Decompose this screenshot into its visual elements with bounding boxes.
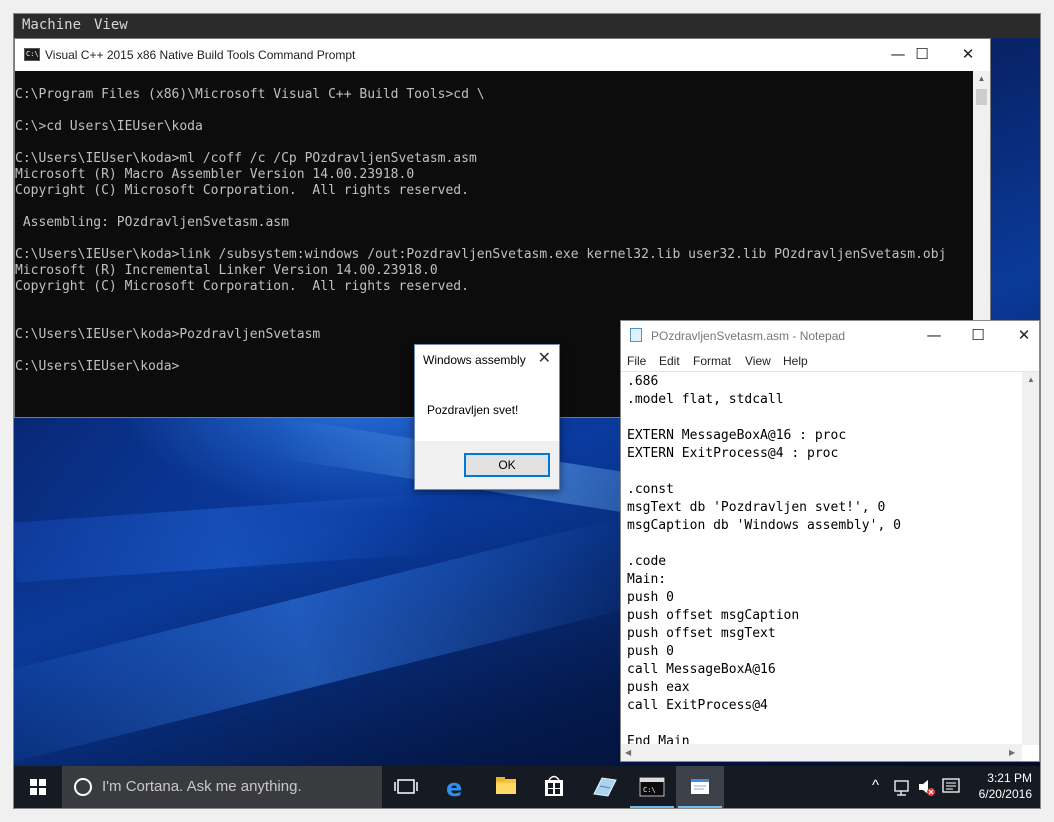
notepad-code-line: call MessageBoxA@16	[627, 662, 776, 677]
notepad-titlebar[interactable]: POzdravljenSvetasm.asm - Notepad — ☐ ✕	[621, 321, 1039, 351]
wallpaper-light	[14, 493, 436, 583]
action-center-icon[interactable]	[940, 766, 962, 808]
notepad-close-button[interactable]: ✕	[1001, 321, 1040, 350]
notepad-app-icon	[630, 328, 642, 342]
active-app-icon[interactable]	[676, 766, 724, 808]
notepad-code-line: EXTERN ExitProcess@4 : proc	[627, 446, 839, 461]
notepad-code-line: .code	[627, 554, 667, 569]
clock-time: 3:21 PM	[987, 771, 1032, 785]
chevron-up-icon[interactable]: ^	[872, 777, 879, 808]
notepad-menu-help[interactable]: Help	[783, 354, 808, 368]
notepad-menu-format[interactable]: Format	[693, 354, 731, 368]
notepad-maximize-button[interactable]: ☐	[955, 321, 1001, 350]
vm-menu-view[interactable]: View	[94, 17, 128, 33]
scroll-right-arrow-icon[interactable]: ▶	[1009, 748, 1015, 757]
notepad-vertical-scrollbar[interactable]: ▲	[1022, 372, 1039, 745]
cortana-search-box[interactable]: I'm Cortana. Ask me anything.	[62, 766, 382, 808]
notepad-code-line: .686	[627, 374, 659, 389]
file-explorer-icon[interactable]	[482, 766, 530, 808]
edge-icon[interactable]: e	[432, 766, 480, 808]
notepad-code-line	[627, 463, 1021, 481]
message-box-text: Pozdravljen svet!	[427, 403, 519, 417]
notepad-code-line: push offset msgCaption	[627, 608, 800, 623]
message-box-title: Windows assembly	[423, 353, 526, 367]
cmd-output-line: C:\Users\IEUser\koda>link /subsystem:win…	[15, 247, 947, 262]
cmd-window-title: Visual C++ 2015 x86 Native Build Tools C…	[45, 48, 356, 62]
notepad-minimize-button[interactable]: —	[911, 321, 957, 350]
cortana-icon	[74, 778, 92, 796]
cmd-output-line: Copyright (C) Microsoft Corporation. All…	[15, 279, 469, 294]
notepad-code-line: push eax	[627, 680, 690, 695]
cmd-maximize-button[interactable]: ☐	[899, 39, 945, 70]
notepad-menu-file[interactable]: File	[627, 354, 646, 368]
notepad-menu-view[interactable]: View	[745, 354, 771, 368]
cmd-output-line: C:\Users\IEUser\koda>ml /coff /c /Cp POz…	[15, 151, 477, 166]
cmd-output-line: Microsoft (R) Macro Assembler Version 14…	[15, 167, 415, 182]
start-button[interactable]	[14, 766, 62, 808]
cmd-output-line	[15, 199, 973, 215]
notepad-code-line: push 0	[627, 644, 674, 659]
cmd-titlebar[interactable]: C:\ Visual C++ 2015 x86 Native Build Too…	[15, 39, 990, 71]
notepad-code-line: push 0	[627, 590, 674, 605]
notepad-code-line: msgCaption db 'Windows assembly', 0	[627, 518, 901, 533]
notepad-pin-icon[interactable]	[580, 766, 628, 808]
scroll-up-arrow-icon[interactable]: ▲	[973, 71, 990, 87]
notepad-code-line: .const	[627, 482, 674, 497]
active-indicator	[630, 806, 674, 808]
network-icon[interactable]	[892, 766, 914, 808]
cmd-output-line	[15, 231, 973, 247]
volume-muted-icon[interactable]	[916, 766, 938, 808]
notepad-code-line: push offset msgText	[627, 626, 776, 641]
store-icon[interactable]	[530, 766, 578, 808]
message-box-close-button[interactable]: ✕	[538, 348, 551, 368]
notepad-window[interactable]: POzdravljenSvetasm.asm - Notepad — ☐ ✕ F…	[620, 320, 1040, 762]
notepad-code-line: Main:	[627, 572, 667, 587]
notepad-code-line	[627, 715, 1021, 733]
cmd-scroll-thumb[interactable]	[976, 89, 987, 105]
cmd-output-line	[15, 103, 973, 119]
notepad-code-line	[627, 535, 1021, 553]
cmd-output-line	[15, 135, 973, 151]
cmd-icon[interactable]: C:\	[628, 766, 676, 808]
cmd-output-line	[15, 295, 973, 311]
notepad-code-line: call ExitProcess@4	[627, 698, 768, 713]
scroll-left-arrow-icon[interactable]: ◀	[625, 748, 631, 757]
cmd-output-line: Assembling: POzdravljenSvetasm.asm	[15, 215, 289, 230]
notepad-code-line: .model flat, stdcall	[627, 392, 784, 407]
cmd-output-line: C:\Program Files (x86)\Microsoft Visual …	[15, 87, 485, 102]
clock-date: 6/20/2016	[978, 787, 1032, 801]
scroll-up-arrow-icon[interactable]: ▲	[1027, 375, 1035, 384]
cmd-output-line	[15, 71, 973, 87]
cmd-close-button[interactable]: ✕	[945, 39, 991, 70]
cmd-window-icon: C:\	[24, 48, 40, 61]
svg-text:C:\: C:\	[643, 786, 656, 794]
windows-logo-icon	[30, 779, 46, 795]
vm-menu-machine[interactable]: Machine	[22, 17, 81, 33]
notepad-horizontal-scrollbar[interactable]: ◀ ▶	[621, 744, 1022, 761]
notepad-code-line: EXTERN MessageBoxA@16 : proc	[627, 428, 847, 443]
notepad-code-line	[627, 409, 1021, 427]
task-view-icon[interactable]	[382, 766, 430, 808]
cortana-placeholder: I'm Cortana. Ask me anything.	[102, 778, 302, 795]
vm-menubar: Machine View	[14, 14, 1040, 38]
notepad-window-title: POzdravljenSvetasm.asm - Notepad	[651, 329, 846, 343]
message-box[interactable]: Windows assembly ✕ Pozdravljen svet! OK	[414, 344, 560, 490]
ok-button[interactable]: OK	[464, 453, 550, 477]
taskbar: I'm Cortana. Ask me anything. e C:\ ^ 3:…	[14, 766, 1040, 808]
notepad-text-area[interactable]: .686 .model flat, stdcall EXTERN MessageBo…	[627, 373, 1021, 745]
vm-frame: Machine View C:\ Visual C++ 2015 x86 Nat…	[14, 14, 1040, 808]
desktop: C:\ Visual C++ 2015 x86 Native Build Too…	[14, 38, 1040, 766]
notepad-menu-edit[interactable]: Edit	[659, 354, 680, 368]
notepad-menubar: File Edit Format View Help	[621, 351, 1039, 372]
notepad-code-line: msgText db 'Pozdravljen svet!', 0	[627, 500, 886, 515]
active-indicator	[678, 806, 722, 808]
message-box-footer: OK	[415, 441, 559, 489]
cmd-output-line: Copyright (C) Microsoft Corporation. All…	[15, 183, 469, 198]
system-clock[interactable]: 3:21 PM 6/20/2016	[979, 770, 1032, 802]
svg-text:e: e	[446, 774, 462, 802]
cmd-output-line: C:\>cd Users\IEUser\koda	[15, 119, 203, 134]
cmd-output-line: Microsoft (R) Incremental Linker Version…	[15, 263, 438, 278]
